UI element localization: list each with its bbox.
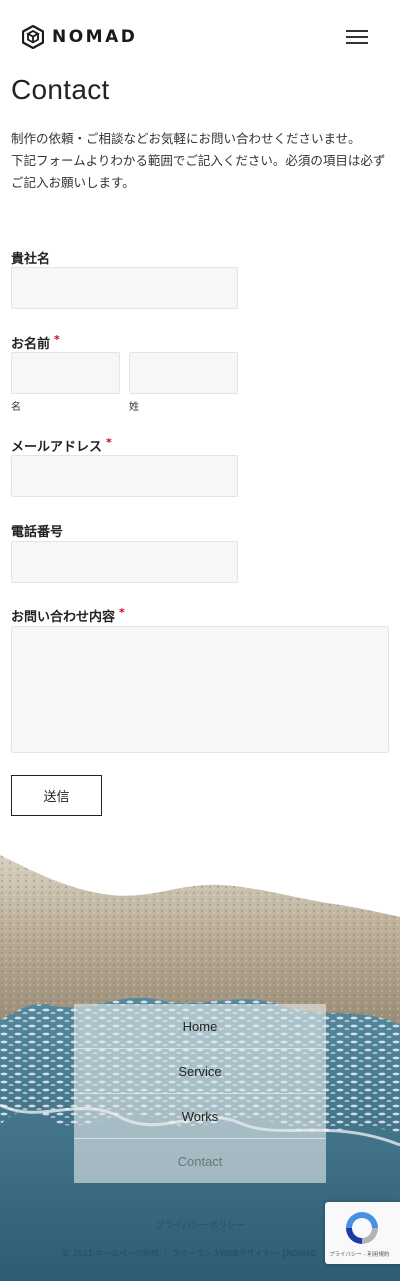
message-label: お問い合わせ内容 * bbox=[11, 606, 125, 625]
email-label: メールアドレス * bbox=[11, 436, 112, 455]
footer-nav-contact[interactable]: Contact bbox=[74, 1139, 326, 1184]
required-mark: * bbox=[106, 436, 112, 449]
email-input[interactable] bbox=[11, 455, 238, 497]
submit-button[interactable]: 送信 bbox=[11, 775, 102, 816]
footer-nav-service[interactable]: Service bbox=[74, 1049, 326, 1094]
first-name-input[interactable] bbox=[11, 352, 120, 394]
intro-line-2: 下記フォームよりわかる範囲でご記入ください。必須の項目は必ずご記入お願いします。 bbox=[11, 153, 386, 190]
copyright-text: © 2021 ホームページ制作 ｜ フリーランスWEBデザイナー【NOMAD bbox=[62, 1249, 318, 1258]
footer-nav-works[interactable]: Works bbox=[74, 1094, 326, 1139]
message-textarea[interactable] bbox=[11, 626, 389, 753]
phone-input[interactable] bbox=[11, 541, 238, 583]
intro-text: 制作の依頼・ご相談などお気軽にお問い合わせくださいませ。 下記フォームよりわかる… bbox=[11, 128, 391, 194]
company-input[interactable] bbox=[11, 267, 238, 309]
company-label: 貴社名 bbox=[11, 252, 51, 267]
site-header: NOMAD bbox=[0, 0, 400, 76]
required-mark: * bbox=[119, 606, 125, 619]
recaptcha-terms: プライバシー - 利用規約 bbox=[329, 1252, 390, 1258]
hexagon-cube-icon bbox=[22, 25, 44, 49]
recaptcha-badge[interactable]: プライバシー - 利用規約 bbox=[325, 1202, 400, 1264]
site-logo[interactable]: NOMAD bbox=[22, 25, 137, 49]
logo-text: NOMAD bbox=[52, 27, 138, 47]
hamburger-menu-icon[interactable] bbox=[346, 28, 368, 46]
last-name-input[interactable] bbox=[129, 352, 238, 394]
name-label: お名前 * bbox=[11, 333, 60, 352]
page-title: Contact bbox=[11, 74, 110, 105]
first-name-sublabel: 名 bbox=[11, 402, 21, 413]
recaptcha-icon bbox=[346, 1212, 378, 1244]
footer-nav-home[interactable]: Home bbox=[74, 1004, 326, 1049]
footer-nav: Home Service Works Contact bbox=[74, 1004, 326, 1183]
required-mark: * bbox=[54, 333, 60, 346]
intro-line-1: 制作の依頼・ご相談などお気軽にお問い合わせくださいませ。 bbox=[11, 131, 361, 146]
last-name-sublabel: 姓 bbox=[129, 402, 139, 413]
phone-label: 電話番号 bbox=[11, 525, 64, 540]
